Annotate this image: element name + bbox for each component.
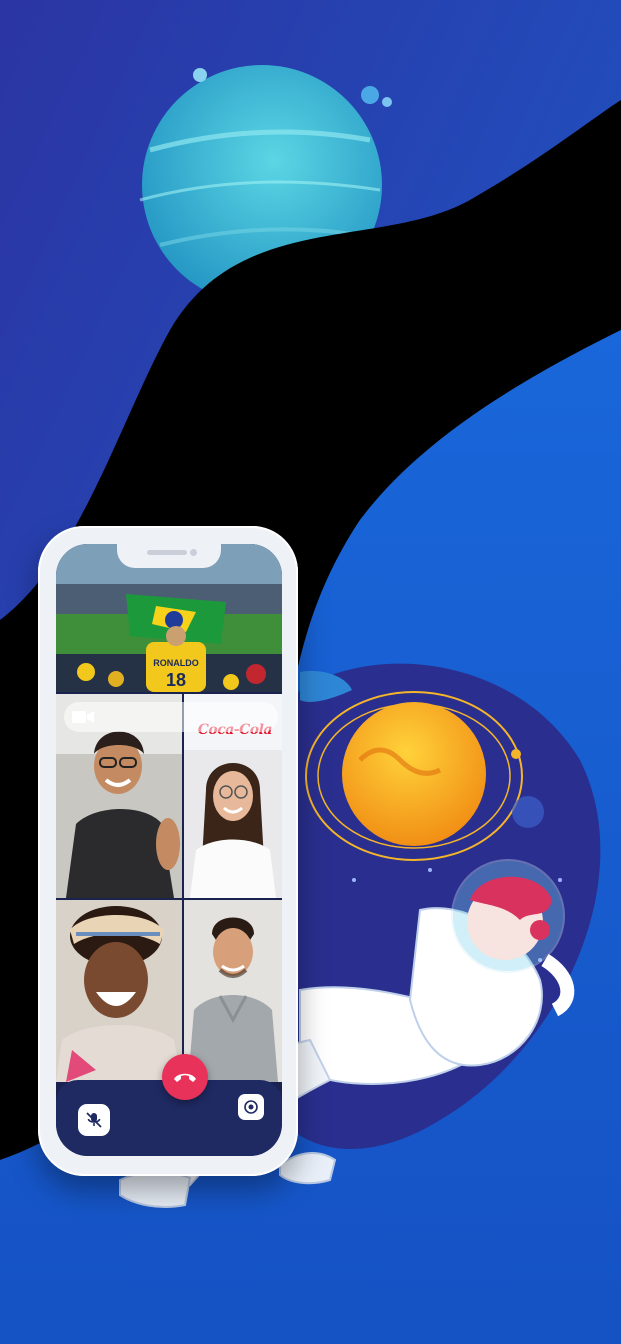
promo-stage: RONALDO 18	[0, 0, 621, 1344]
jersey-name: RONALDO	[153, 658, 199, 668]
video-camera-icon[interactable]	[72, 710, 94, 724]
video-call-screen: RONALDO 18	[56, 544, 282, 1156]
participant-tile-smiling-woman[interactable]	[184, 750, 282, 898]
phone-mockup: RONALDO 18	[38, 526, 298, 1176]
smiling-woman-photo	[184, 750, 282, 898]
speaker-button[interactable]	[238, 1094, 264, 1120]
participant-tile-laughing-lady[interactable]	[56, 900, 182, 1082]
phone-hangup-icon	[174, 1073, 196, 1082]
microphone-off-icon	[86, 1112, 102, 1128]
hoodie-guy-photo	[184, 900, 282, 1082]
participant-tile-hoodie-guy[interactable]	[184, 900, 282, 1082]
jersey-number: 18	[166, 670, 186, 690]
camera-toggle-bar[interactable]	[64, 702, 278, 732]
end-call-button[interactable]	[162, 1054, 208, 1100]
speaker-toggle-icon	[244, 1100, 258, 1114]
mute-button[interactable]	[78, 1104, 110, 1136]
phone-notch	[117, 544, 221, 568]
laughing-lady-photo	[56, 900, 182, 1082]
